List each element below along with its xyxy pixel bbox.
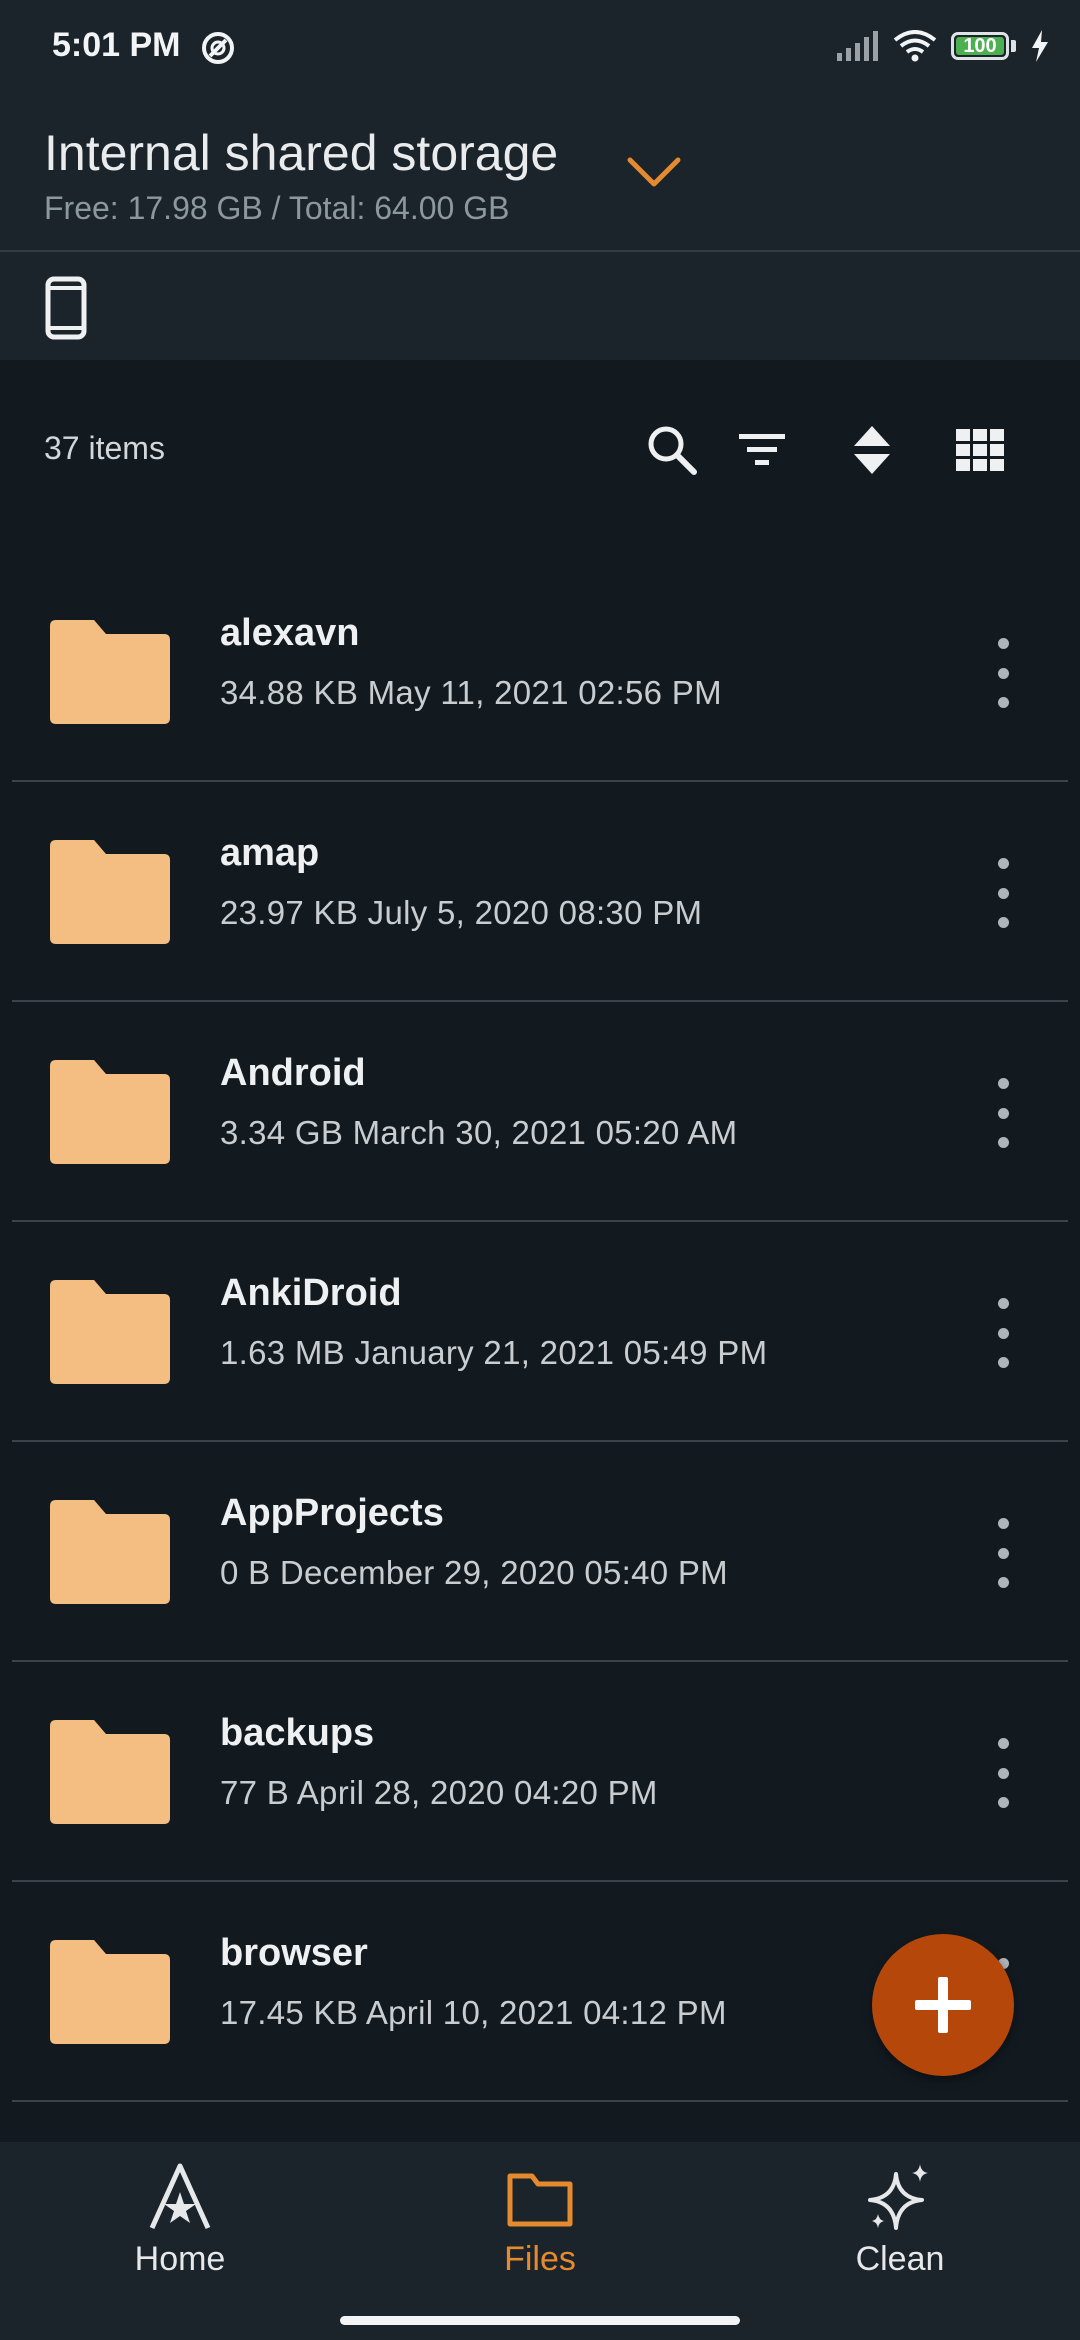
- file-meta: 23.97 KB July 5, 2020 08:30 PM: [220, 894, 703, 931]
- battery-level: 100: [963, 35, 997, 57]
- plus-icon: [915, 1977, 971, 2033]
- list-toolbar: 37 items: [0, 400, 1080, 500]
- do-not-disturb-icon: [202, 32, 234, 64]
- list-item-amap[interactable]: amap 23.97 KB July 5, 2020 08:30 PM: [0, 782, 1080, 1002]
- file-name: Android: [220, 1052, 366, 1094]
- file-name: AnkiDroid: [220, 1272, 402, 1314]
- status-bar: 5:01 PM 100: [0, 0, 1080, 100]
- more-options-icon[interactable]: [988, 1298, 1018, 1368]
- phone-icon[interactable]: [44, 276, 88, 340]
- divider: [12, 2100, 1068, 2102]
- file-meta: 0 B December 29, 2020 05:40 PM: [220, 1554, 728, 1591]
- more-options-icon[interactable]: [988, 1738, 1018, 1808]
- file-name: backups: [220, 1712, 375, 1754]
- file-meta: 3.34 GB March 30, 2021 05:20 AM: [220, 1114, 738, 1151]
- storage-selector[interactable]: Internal shared storage Free: 17.98 GB /…: [0, 110, 1080, 250]
- file-meta: 17.45 KB April 10, 2021 04:12 PM: [220, 1994, 727, 2031]
- folder-icon: [50, 1940, 170, 2044]
- filter-icon: [739, 434, 785, 465]
- items-count: 37 items: [44, 430, 165, 466]
- more-options-icon[interactable]: [988, 1518, 1018, 1588]
- folder-icon: [50, 1720, 170, 1824]
- storage-usage: Free: 17.98 GB / Total: 64.00 GB: [44, 190, 510, 226]
- search-icon: [648, 426, 697, 475]
- file-name: AppProjects: [220, 1492, 444, 1534]
- file-name: browser: [220, 1932, 368, 1974]
- battery-tip: [1011, 40, 1016, 52]
- nav-files[interactable]: Files: [420, 2162, 660, 2312]
- search-button[interactable]: [642, 420, 702, 480]
- status-icons: 100: [837, 30, 1050, 62]
- filter-button[interactable]: [732, 420, 792, 480]
- file-meta: 77 B April 28, 2020 04:20 PM: [220, 1774, 658, 1811]
- nav-home-label: Home: [134, 2240, 226, 2278]
- battery-indicator: 100: [951, 32, 1009, 60]
- grid-view-icon: [956, 429, 1004, 471]
- list-item-appprojects[interactable]: AppProjects 0 B December 29, 2020 05:40 …: [0, 1442, 1080, 1662]
- file-meta: 1.63 MB January 21, 2021 05:49 PM: [220, 1334, 768, 1371]
- file-name: amap: [220, 832, 320, 874]
- bottom-navigation: Home Files Clean: [0, 2142, 1080, 2340]
- more-options-icon[interactable]: [988, 638, 1018, 708]
- add-button[interactable]: [872, 1934, 1014, 2076]
- file-meta: 34.88 KB May 11, 2021 02:56 PM: [220, 674, 722, 711]
- list-item-backups[interactable]: backups 77 B April 28, 2020 04:20 PM: [0, 1662, 1080, 1882]
- breadcrumb: [0, 252, 1080, 360]
- more-options-icon[interactable]: [988, 858, 1018, 928]
- sparkle-icon: [868, 2164, 928, 2230]
- signal-icon: [837, 31, 878, 61]
- folder-icon: [507, 2173, 573, 2227]
- charging-icon: [1032, 30, 1048, 62]
- more-options-icon[interactable]: [988, 1078, 1018, 1148]
- folder-icon: [50, 840, 170, 944]
- folder-icon: [50, 1280, 170, 1384]
- folder-icon: [50, 1060, 170, 1164]
- sort-icon: [854, 426, 890, 474]
- wifi-icon: [893, 30, 937, 62]
- file-name: alexavn: [220, 612, 360, 654]
- nav-files-label: Files: [504, 2240, 576, 2278]
- nav-clean-label: Clean: [855, 2240, 945, 2278]
- list-item-alexavn[interactable]: alexavn 34.88 KB May 11, 2021 02:56 PM: [0, 562, 1080, 782]
- nav-home[interactable]: Home: [60, 2162, 300, 2312]
- storage-title: Internal shared storage: [44, 125, 559, 181]
- grid-view-button[interactable]: [950, 420, 1010, 480]
- file-list: alexavn 34.88 KB May 11, 2021 02:56 PM a…: [0, 562, 1080, 2102]
- status-time: 5:01 PM: [52, 26, 181, 64]
- folder-icon: [50, 620, 170, 724]
- sort-button[interactable]: [842, 420, 902, 480]
- list-item-android[interactable]: Android 3.34 GB March 30, 2021 05:20 AM: [0, 1002, 1080, 1222]
- folder-icon: [50, 1500, 170, 1604]
- home-indicator[interactable]: [340, 2316, 740, 2325]
- home-icon: [149, 2163, 211, 2230]
- list-item-ankidroid[interactable]: AnkiDroid 1.63 MB January 21, 2021 05:49…: [0, 1222, 1080, 1442]
- chevron-down-icon[interactable]: [624, 150, 684, 194]
- nav-clean[interactable]: Clean: [780, 2162, 1020, 2312]
